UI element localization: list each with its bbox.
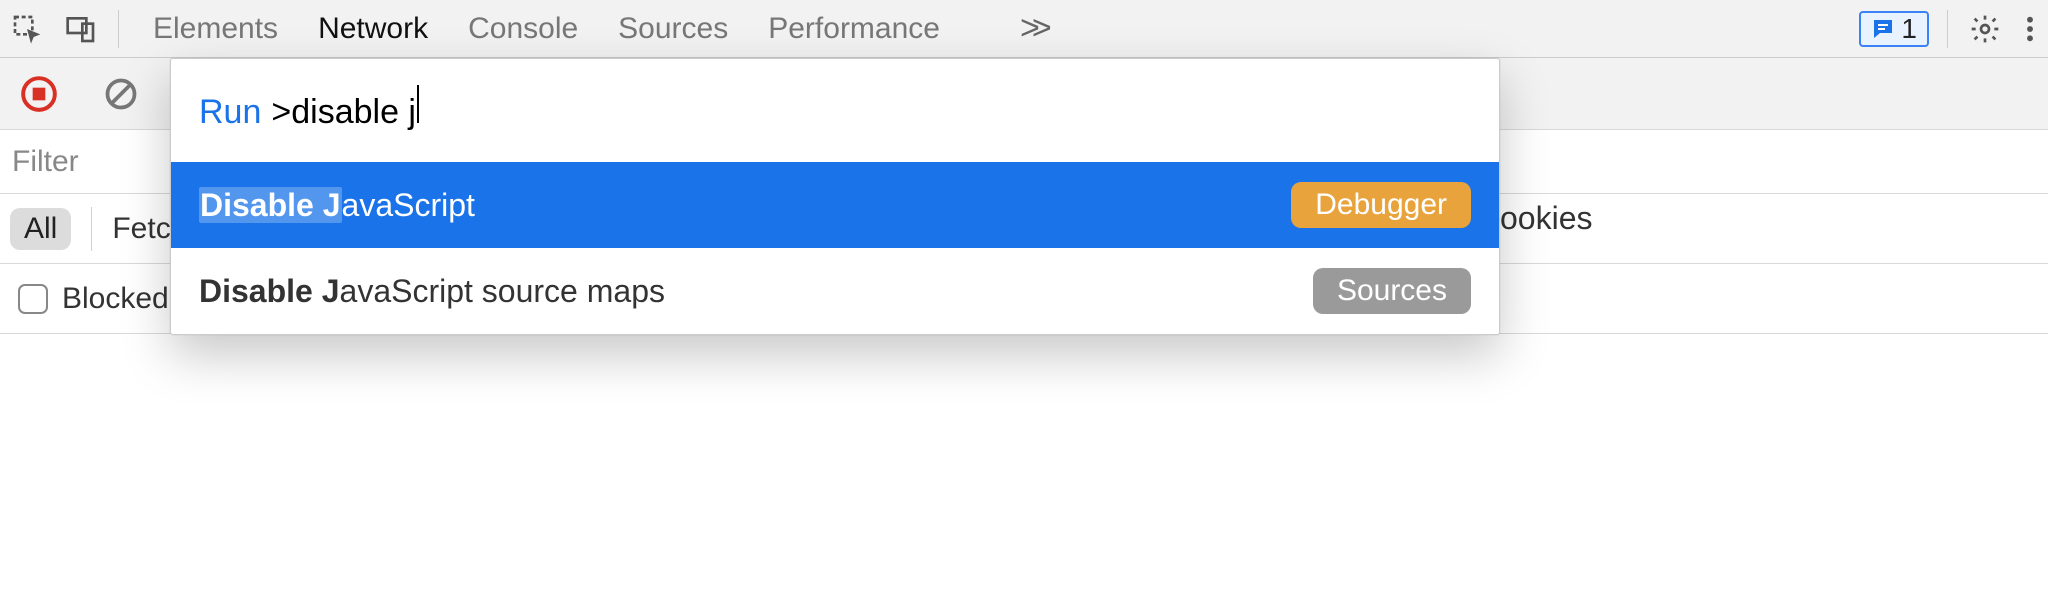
- device-toolbar-icon[interactable]: [54, 7, 108, 51]
- command-prefix: >: [271, 93, 291, 132]
- command-item-match: Disable J: [199, 187, 342, 223]
- blocked-label: Blocked: [62, 282, 169, 316]
- tab-elements[interactable]: Elements: [153, 0, 278, 57]
- tab-network[interactable]: Network: [318, 0, 428, 57]
- command-item-rest: avaScript source maps: [340, 273, 665, 309]
- command-palette: Run > disable j Disable JavaScript Debug…: [170, 58, 1500, 335]
- tab-sources[interactable]: Sources: [618, 0, 728, 57]
- cookies-label-fragment: ookies: [1500, 200, 1593, 237]
- command-item-badge: Debugger: [1291, 182, 1471, 228]
- inspect-element-icon[interactable]: [0, 7, 54, 51]
- tab-performance[interactable]: Performance: [768, 0, 940, 57]
- devtools-top-bar: Elements Network Console Sources Perform…: [0, 0, 2048, 58]
- run-label: Run: [199, 93, 261, 132]
- panel-tabs: Elements Network Console Sources Perform…: [153, 0, 1044, 57]
- issues-badge[interactable]: 1: [1859, 11, 1929, 47]
- more-tabs-icon[interactable]: >>: [1020, 9, 1044, 48]
- filter-all-pill[interactable]: All: [10, 208, 71, 250]
- issues-count: 1: [1901, 13, 1917, 45]
- divider: [1947, 10, 1948, 48]
- blocked-checkbox[interactable]: [18, 284, 48, 314]
- command-query: disable j: [291, 93, 416, 132]
- divider: [118, 10, 119, 48]
- tab-console[interactable]: Console: [468, 0, 578, 57]
- settings-icon[interactable]: [1958, 7, 2012, 51]
- command-item-badge: Sources: [1313, 268, 1471, 314]
- message-icon: [1871, 17, 1895, 41]
- command-item-match: Disable J: [199, 273, 340, 309]
- command-item-disable-javascript[interactable]: Disable JavaScript Debugger: [171, 162, 1499, 248]
- divider: [91, 207, 92, 251]
- more-options-icon[interactable]: [2012, 7, 2048, 51]
- command-item-disable-js-source-maps[interactable]: Disable JavaScript source maps Sources: [171, 248, 1499, 334]
- filter-input[interactable]: Filter: [12, 145, 79, 179]
- command-item-rest: avaScript: [342, 187, 475, 223]
- text-caret: [417, 85, 419, 123]
- clear-icon[interactable]: [94, 72, 148, 116]
- command-input-row[interactable]: Run > disable j: [171, 59, 1499, 162]
- record-button-icon[interactable]: [12, 72, 66, 116]
